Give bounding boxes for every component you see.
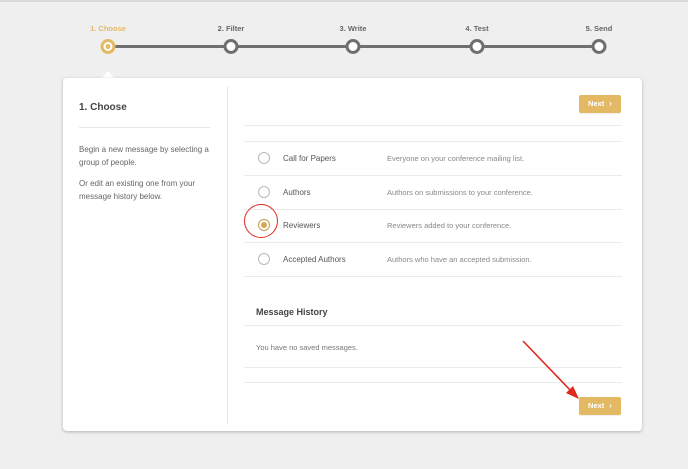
annotation-arrow-icon xyxy=(522,340,579,399)
